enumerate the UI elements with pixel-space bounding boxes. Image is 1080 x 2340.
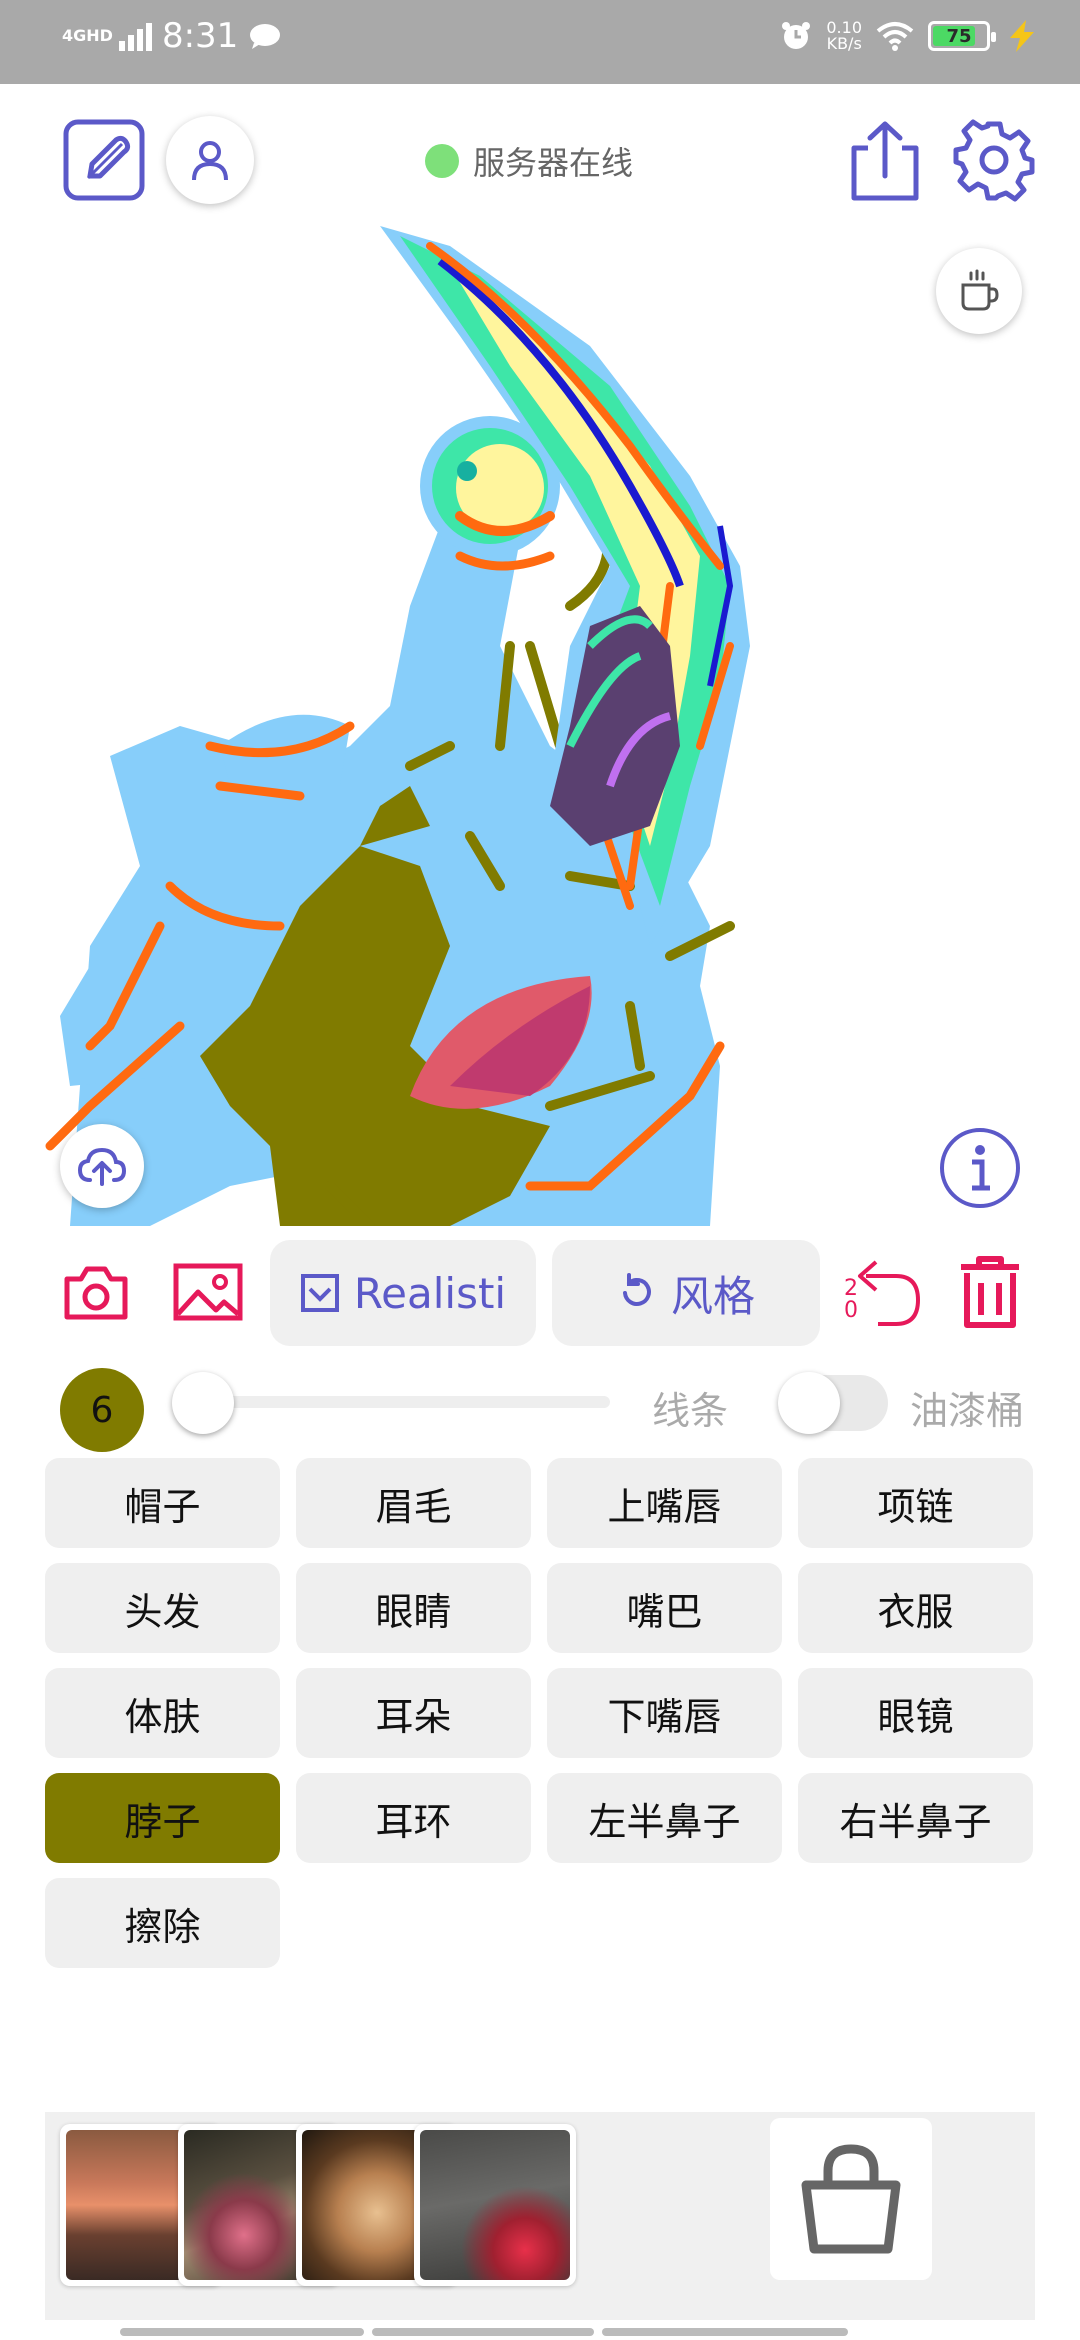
part-button-upper-lip[interactable]: 上嘴唇 (547, 1458, 782, 1548)
part-button-lower-lip[interactable]: 下嘴唇 (547, 1668, 782, 1758)
part-button-eyes[interactable]: 眼睛 (296, 1563, 531, 1653)
clock: 8:31 (161, 16, 239, 56)
parts-grid: 帽子 眉毛 上嘴唇 项链 头发 眼睛 嘴巴 衣服 体肤 耳朵 下嘴唇 眼镜 脖子… (45, 1458, 1035, 1968)
message-icon (250, 24, 281, 49)
server-status-text: 服务器在线 (473, 144, 634, 182)
part-button-ears[interactable]: 耳朵 (296, 1668, 531, 1758)
gallery-button[interactable] (170, 1258, 246, 1326)
undo-count: 20 (844, 1276, 858, 1323)
gallery-scrollbar (120, 2328, 848, 2336)
result-thumbnail[interactable] (414, 2124, 576, 2286)
status-bar: 4GHD 8:31 0.10 KB/s 75 (0, 0, 1080, 84)
speed-unit: KB/s (826, 34, 862, 53)
part-button-erase[interactable]: 擦除 (45, 1878, 280, 1968)
rotate-icon (622, 1273, 651, 1306)
image-icon (173, 1263, 243, 1321)
locked-slot[interactable] (770, 2118, 932, 2280)
charging-icon (1010, 20, 1034, 52)
part-button-neck[interactable]: 脖子 (45, 1773, 280, 1863)
cloud-upload-icon (77, 1147, 127, 1186)
brush-size-value: 6 (90, 1389, 114, 1431)
wifi-icon (876, 22, 914, 51)
info-button[interactable] (938, 1126, 1022, 1210)
trash-icon (961, 1256, 1019, 1328)
model-label: Realisti (353, 1268, 507, 1318)
slider-thumb[interactable] (172, 1372, 234, 1434)
coffee-cup-icon (961, 269, 999, 311)
part-button-glasses[interactable]: 眼镜 (798, 1668, 1033, 1758)
undo-button[interactable]: 20 (842, 1252, 924, 1334)
part-button-mouth[interactable]: 嘴巴 (547, 1563, 782, 1653)
edit-icon (63, 119, 145, 201)
status-right: 0.10 KB/s 75 (780, 18, 1040, 54)
settings-button[interactable] (952, 118, 1036, 202)
part-button-skin[interactable]: 体肤 (45, 1668, 280, 1758)
part-button-right-nose[interactable]: 右半鼻子 (798, 1773, 1033, 1863)
share-icon (851, 121, 919, 201)
profile-button[interactable] (166, 116, 254, 204)
server-status: 服务器在线 (425, 138, 633, 184)
info-icon (940, 1128, 1020, 1208)
status-left: 4GHD 8:31 (62, 16, 282, 56)
part-button-clothes[interactable]: 衣服 (798, 1563, 1033, 1653)
part-button-hat[interactable]: 帽子 (45, 1458, 280, 1548)
status-dot (425, 144, 459, 178)
result-image (420, 2130, 570, 2280)
camera-icon (64, 1266, 128, 1320)
delete-button[interactable] (948, 1250, 1032, 1334)
battery-level: 75 (946, 25, 972, 47)
user-icon (192, 141, 228, 181)
part-button-earrings[interactable]: 耳环 (296, 1773, 531, 1863)
lock-bag-icon (801, 2144, 901, 2254)
toggle-thumb[interactable] (778, 1372, 840, 1434)
bucket-mode-label: 油漆桶 (910, 1389, 1025, 1433)
signal-icon (118, 21, 152, 51)
network-speed: 0.10 KB/s (826, 20, 862, 52)
style-label: 风格 (670, 1271, 755, 1321)
part-button-hair[interactable]: 头发 (45, 1563, 280, 1653)
style-button[interactable]: 风格 (552, 1240, 820, 1346)
coffee-button[interactable] (936, 248, 1022, 334)
sketch-drawing (45, 226, 750, 1226)
model-select-button[interactable]: Realisti (270, 1240, 536, 1346)
brush-size-slider[interactable] (200, 1396, 610, 1408)
alarm-icon (782, 22, 811, 49)
result-gallery (45, 2112, 1035, 2320)
line-mode-label: 线条 (652, 1389, 729, 1433)
part-button-eyebrow[interactable]: 眉毛 (296, 1458, 531, 1548)
edit-button[interactable] (62, 118, 146, 202)
share-button[interactable] (846, 118, 924, 202)
part-button-necklace[interactable]: 项链 (798, 1458, 1033, 1548)
drawing-canvas[interactable] (30, 226, 1050, 1226)
brush-size-indicator: 6 (60, 1368, 144, 1452)
upload-button[interactable] (60, 1124, 144, 1208)
gear-icon (953, 119, 1035, 202)
checkbox-icon (300, 1274, 339, 1312)
battery-icon: 75 (928, 21, 996, 51)
part-button-left-nose[interactable]: 左半鼻子 (547, 1773, 782, 1863)
camera-button[interactable] (60, 1258, 132, 1326)
network-type: 4GHD (62, 26, 113, 45)
